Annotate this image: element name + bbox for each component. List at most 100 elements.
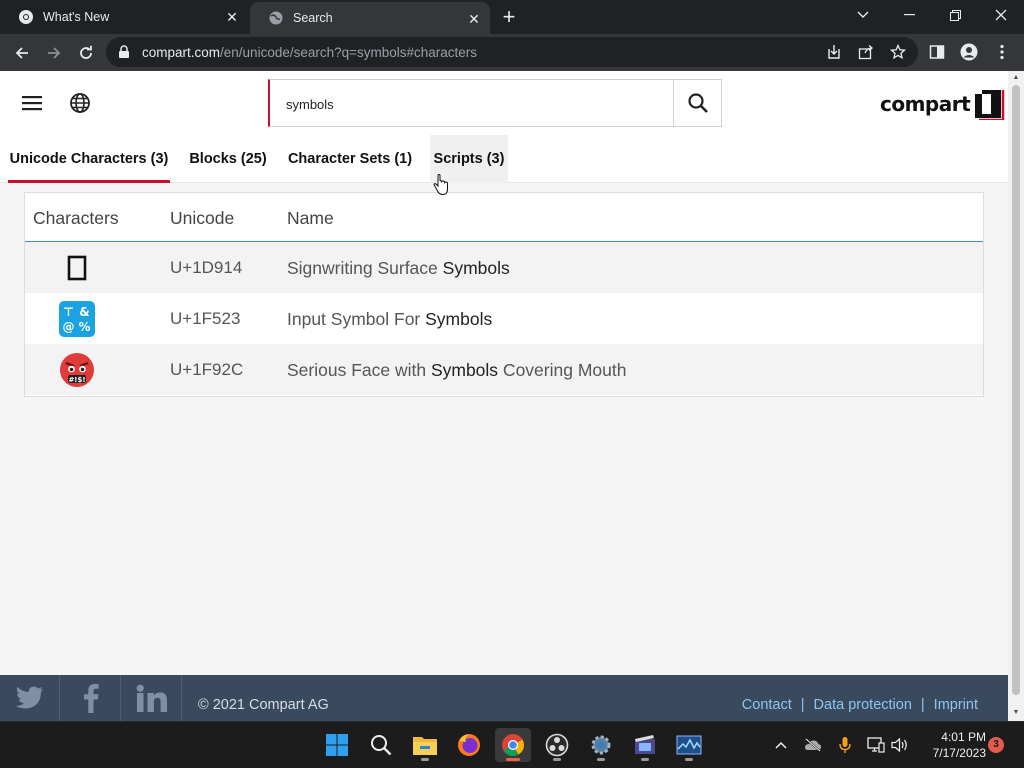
windows-start-icon[interactable] <box>319 728 355 762</box>
scroll-up-arrow-icon[interactable]: ▲ <box>1012 74 1020 82</box>
scroll-down-arrow-icon[interactable]: ▼ <box>1012 709 1020 717</box>
running-indicator <box>506 758 520 761</box>
url-path: /en/unicode/search?q=symbols#characters <box>220 45 478 60</box>
table-row[interactable]: ⊤ & @ % U+1F523 Input Symbol For Symbols <box>25 293 983 344</box>
search-icon <box>687 93 708 113</box>
browser-tab-whats-new[interactable]: What's New ✕ <box>0 0 248 34</box>
search-button[interactable] <box>673 79 722 127</box>
column-header-characters[interactable]: Characters <box>33 208 119 229</box>
character-name[interactable]: Input Symbol For Symbols <box>287 309 492 330</box>
kebab-menu-icon[interactable] <box>992 42 1012 62</box>
video-editor-icon[interactable] <box>627 728 663 762</box>
character-name[interactable]: Signwriting Surface Symbols <box>287 258 510 279</box>
table-row[interactable]: U+1D914 Signwriting Surface Symbols <box>25 242 983 293</box>
tab-search-chevron-icon[interactable] <box>840 0 886 30</box>
forward-button[interactable] <box>40 39 68 67</box>
browser-tab-search[interactable]: Search ✕ <box>250 2 490 34</box>
site-search-box[interactable] <box>268 79 674 127</box>
svg-text:%: % <box>78 320 90 334</box>
footer-link-contact[interactable]: Contact <box>742 697 792 713</box>
running-indicator <box>421 758 429 761</box>
footer-link-imprint[interactable]: Imprint <box>934 697 978 713</box>
running-indicator <box>597 758 605 761</box>
show-hidden-icons-chevron-icon[interactable] <box>772 736 790 754</box>
install-app-icon[interactable] <box>824 42 844 62</box>
notification-count-badge[interactable]: 3 <box>988 737 1004 753</box>
url-host: compart.com <box>142 45 221 60</box>
character-name[interactable]: Serious Face with Symbols Covering Mouth <box>287 360 626 381</box>
system-clock[interactable]: 4:01 PM 7/17/2023 <box>920 729 986 761</box>
footer-link-data-protection[interactable]: Data protection <box>814 697 912 713</box>
svg-text:@: @ <box>63 320 75 334</box>
share-icon[interactable] <box>856 42 876 62</box>
back-button[interactable] <box>8 39 36 67</box>
restore-button[interactable] <box>932 0 978 30</box>
hamburger-menu-icon[interactable] <box>21 93 43 113</box>
tab-blocks[interactable]: Blocks (25) <box>180 135 276 183</box>
signwriting-surface-glyph-icon[interactable] <box>59 250 95 286</box>
twitter-icon[interactable] <box>0 675 60 721</box>
reload-button[interactable] <box>72 39 100 67</box>
result-tabs: Unicode Characters (3) Blocks (25) Chara… <box>0 135 1008 183</box>
name-match-highlight: Symbols <box>430 360 499 380</box>
volume-icon[interactable] <box>891 736 909 754</box>
scrollbar-thumb[interactable] <box>1012 85 1020 695</box>
close-tab-icon[interactable]: ✕ <box>466 11 482 27</box>
onedrive-offline-icon[interactable] <box>804 736 822 754</box>
language-globe-icon[interactable] <box>69 92 91 114</box>
name-text: Covering Mouth <box>498 360 627 380</box>
search-input[interactable] <box>286 94 656 114</box>
name-match-highlight: Symbols <box>442 258 510 278</box>
new-tab-button[interactable]: + <box>498 6 520 28</box>
network-icon[interactable] <box>867 736 885 754</box>
firefox-icon[interactable] <box>451 728 487 762</box>
svg-text:⊤: ⊤ <box>63 305 74 319</box>
browser-toolbar: compart.com/en/unicode/search?q=symbols#… <box>0 34 1024 71</box>
obs-studio-icon[interactable] <box>539 728 575 762</box>
table-row[interactable]: #!$! U+1F92C Serious Face with Symbols C… <box>25 344 983 395</box>
unicode-codepoint[interactable]: U+1D914 <box>170 258 242 278</box>
input-symbols-emoji-icon[interactable]: ⊤ & @ % <box>59 301 95 337</box>
tab-label: Blocks (25) <box>189 151 267 167</box>
chrome-taskbar-icon[interactable] <box>495 728 531 762</box>
url-text: compart.com/en/unicode/search?q=symbols#… <box>142 45 477 60</box>
running-indicator <box>553 758 561 761</box>
clock-date: 7/17/2023 <box>932 746 986 760</box>
logo-text: compart <box>880 92 971 116</box>
tab-label: Character Sets (1) <box>287 151 413 167</box>
close-window-button[interactable] <box>978 0 1024 30</box>
tab-character-sets[interactable]: Character Sets (1) <box>280 135 420 183</box>
side-panel-icon[interactable] <box>927 42 947 62</box>
minimize-button[interactable] <box>886 0 932 30</box>
taskbar-search-icon[interactable] <box>363 728 399 762</box>
footer-separator: | <box>800 697 805 713</box>
site-header: compart <box>0 71 1008 135</box>
clock-time: 4:01 PM <box>941 730 986 744</box>
tab-unicode-characters[interactable]: Unicode Characters (3) <box>8 135 170 183</box>
performance-monitor-icon[interactable] <box>671 728 707 762</box>
running-indicator <box>685 758 693 761</box>
microphone-icon[interactable] <box>836 736 854 754</box>
unicode-codepoint[interactable]: U+1F92C <box>170 360 243 380</box>
compart-logo-mark-icon <box>975 90 1005 120</box>
page-scrollbar[interactable]: ▲ ▼ <box>1008 71 1024 721</box>
file-explorer-icon[interactable] <box>407 728 443 762</box>
svg-text:&: & <box>79 305 89 319</box>
svg-text:#!$!: #!$! <box>68 376 85 384</box>
facebook-icon[interactable] <box>61 675 121 721</box>
compart-logo[interactable]: compart <box>880 88 1005 120</box>
address-bar[interactable]: compart.com/en/unicode/search?q=symbols#… <box>106 37 918 67</box>
column-header-unicode[interactable]: Unicode <box>170 208 234 229</box>
bookmark-star-icon[interactable] <box>888 42 908 62</box>
hand-cursor-icon <box>433 173 449 201</box>
unicode-codepoint[interactable]: U+1F523 <box>170 309 240 329</box>
profile-icon[interactable] <box>959 42 979 62</box>
close-tab-icon[interactable]: ✕ <box>224 9 240 25</box>
linkedin-icon[interactable] <box>122 675 182 721</box>
tab-label: Scripts (3) <box>433 151 505 167</box>
column-header-name[interactable]: Name <box>287 208 334 229</box>
tab-label: Unicode Characters (3) <box>9 151 169 167</box>
lock-icon[interactable] <box>118 45 130 64</box>
settings-gear-icon[interactable] <box>583 728 619 762</box>
serious-face-emoji-icon[interactable]: #!$! <box>59 352 95 388</box>
